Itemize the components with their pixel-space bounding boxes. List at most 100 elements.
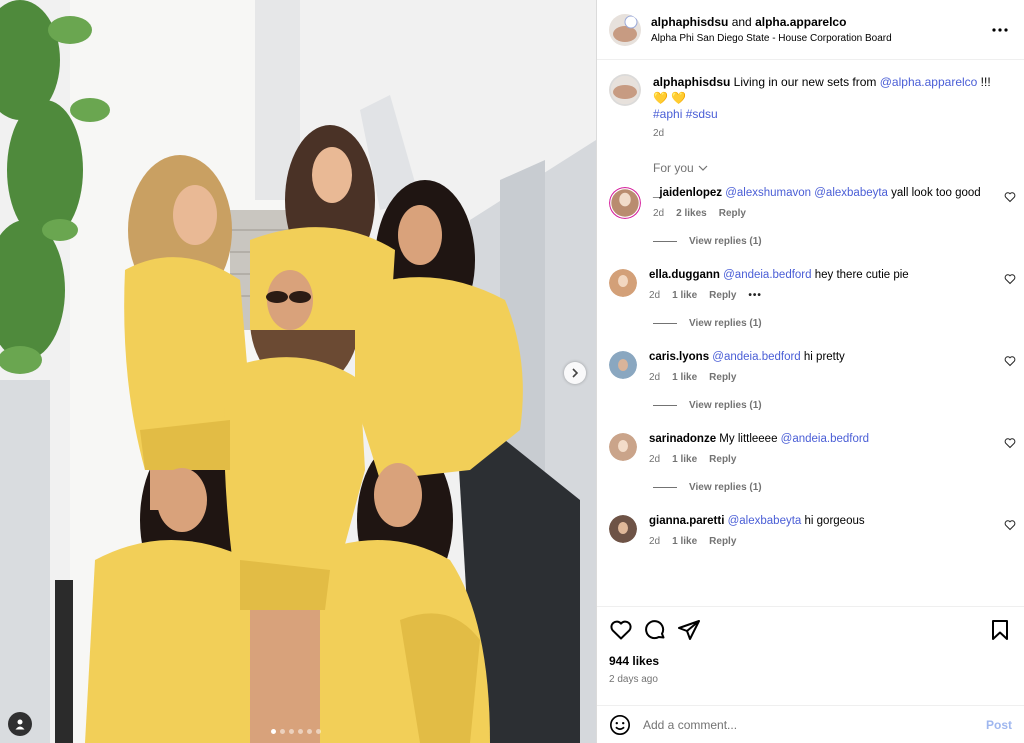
comment-text: hey there cutie pie [811,269,909,281]
caption-mention[interactable]: @alpha.apparelco [880,75,978,89]
comment-username[interactable]: ella.duggann [649,269,720,281]
divider-line [653,241,677,242]
view-replies-button[interactable]: View replies (1) [597,400,1024,411]
comment-meta: 2d 1 like Reply [649,370,990,386]
comment-likes[interactable]: 1 like [672,534,697,550]
location-link[interactable]: Alpha Phi San Diego State - House Corpor… [651,32,988,46]
comments-list[interactable]: alphaphisdsu Living in our new sets from… [597,60,1024,606]
comment-likes[interactable]: 1 like [672,288,697,304]
comment-text: My littleeee [716,433,781,445]
comment-username[interactable]: _jaidenlopez [653,187,722,199]
reply-button[interactable]: Reply [709,534,736,550]
user-tag-button[interactable] [8,712,32,736]
reply-button[interactable]: Reply [709,288,736,304]
post-media[interactable] [0,0,596,743]
like-count[interactable]: 944 likes [609,654,1012,668]
post-authors: alphaphisdsu and alpha.apparelco [651,14,988,30]
view-replies-button[interactable]: View replies (1) [597,482,1024,493]
caption-body: Living in our new sets from [730,75,880,89]
caption-username[interactable]: alphaphisdsu [653,75,730,89]
post-timestamp[interactable]: 2 days ago [609,674,1012,685]
view-replies-label: View replies (1) [689,318,762,329]
emoji-icon[interactable] [609,714,631,736]
comment-meta: 2d 1 like Reply [649,534,990,550]
heart-icon[interactable] [1004,437,1016,449]
caption-time[interactable]: 2d [653,128,991,139]
comment-username[interactable]: gianna.paretti [649,515,724,527]
heart-icon[interactable] [1004,355,1016,367]
heart-icon[interactable] [1004,191,1016,203]
post-comment-button[interactable]: Post [986,718,1012,732]
commenter-avatar[interactable] [609,515,637,543]
comment-item: _jaidenlopez @alexshumavon @alexbabeyta … [597,185,1024,222]
carousel-dot [289,729,294,734]
carousel-dot [298,729,303,734]
post-header: alphaphisdsu and alpha.apparelco Alpha P… [597,0,1024,60]
user-tag-icon [15,719,25,730]
post-photo [0,0,596,743]
carousel-next-button[interactable] [564,362,586,384]
reply-button[interactable]: Reply [719,206,746,222]
heart-emoji: 💛 💛 [653,91,687,105]
commenter-avatar[interactable] [609,351,637,379]
comment-composer: Post [597,705,1024,743]
comment-mention[interactable]: @alexshumavon @alexbabeyta [725,187,888,199]
commenter-avatar[interactable] [609,269,637,297]
caption-avatar[interactable] [609,74,641,106]
view-replies-button[interactable]: View replies (1) [597,236,1024,247]
view-replies-label: View replies (1) [689,236,762,247]
bookmark-icon[interactable] [988,618,1012,642]
chevron-right-icon [572,368,579,378]
comment-more-button[interactable]: ••• [748,288,762,304]
comment-time[interactable]: 2d [649,288,660,304]
carousel-dot [307,729,312,734]
commenter-avatar[interactable] [609,187,641,219]
view-replies-label: View replies (1) [689,482,762,493]
comment-meta: 2d 1 like Reply [649,452,990,468]
view-replies-label: View replies (1) [689,400,762,411]
post-modal: alphaphisdsu and alpha.apparelco Alpha P… [0,0,1024,743]
divider-line [653,487,677,488]
comment-time[interactable]: 2d [649,452,660,468]
comment-meta: 2d 2 likes Reply [653,206,990,222]
comment-mention[interactable]: @andeia.bedford [723,269,811,281]
author-username[interactable]: alphaphisdsu [651,15,728,29]
comment-icon[interactable] [643,618,667,642]
comment-username[interactable]: sarinadonze [649,433,716,445]
comment-mention[interactable]: @andeia.bedford [712,351,800,363]
chevron-down-icon [698,165,708,171]
comment-time[interactable]: 2d [649,370,660,386]
comment-meta: 2d 1 like Reply ••• [649,288,990,304]
comment-mention[interactable]: @andeia.bedford [781,433,869,445]
heart-icon[interactable] [609,618,633,642]
caption-text: alphaphisdsu Living in our new sets from… [653,74,991,122]
comment-input[interactable] [643,717,986,732]
comment-likes[interactable]: 2 likes [676,206,707,222]
caption-hashtags[interactable]: #aphi #sdsu [653,106,991,122]
comment-text: yall look too good [887,187,981,199]
comment-sort-dropdown[interactable]: For you [597,139,1024,175]
heart-icon[interactable] [1004,273,1016,285]
heart-icon[interactable] [1004,519,1016,531]
comment-item: ella.duggann @andeia.bedford hey there c… [597,267,1024,304]
more-icon [992,27,1008,32]
comment-likes[interactable]: 1 like [672,370,697,386]
view-replies-button[interactable]: View replies (1) [597,318,1024,329]
commenter-avatar[interactable] [609,433,637,461]
comment-username[interactable]: caris.lyons [649,351,709,363]
post-side-panel: alphaphisdsu and alpha.apparelco Alpha P… [596,0,1024,743]
more-options-button[interactable] [988,18,1012,42]
comment-time[interactable]: 2d [653,206,664,222]
reply-button[interactable]: Reply [709,452,736,468]
carousel-indicator [271,729,321,734]
comment-time[interactable]: 2d [649,534,660,550]
collaborator-username[interactable]: alpha.apparelco [755,15,846,29]
sort-label: For you [653,161,694,175]
and-text: and [731,14,752,29]
share-icon[interactable] [677,618,701,642]
reply-button[interactable]: Reply [709,370,736,386]
carousel-dot [271,729,276,734]
comment-mention[interactable]: @alexbabeyta [728,515,802,527]
author-avatar[interactable] [609,13,641,46]
comment-likes[interactable]: 1 like [672,452,697,468]
